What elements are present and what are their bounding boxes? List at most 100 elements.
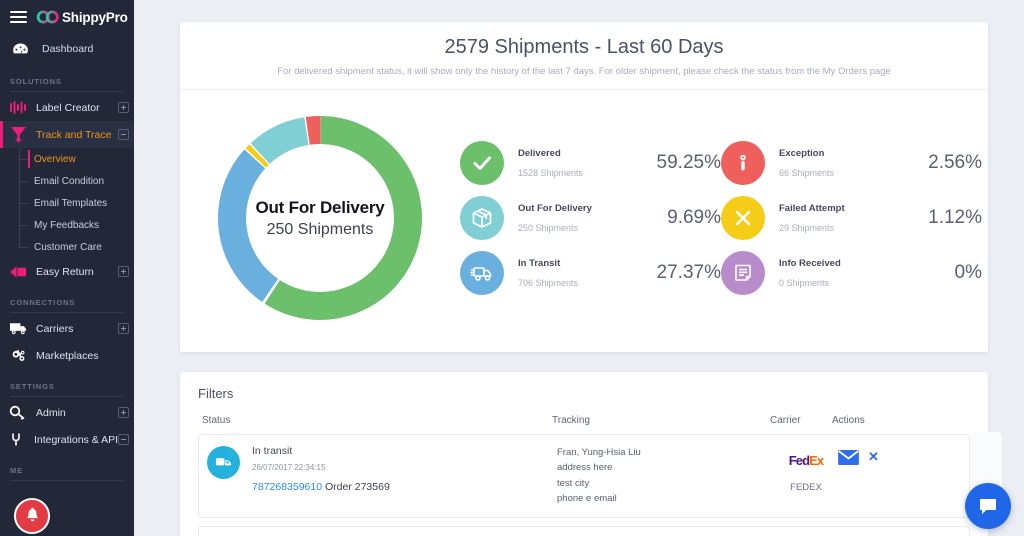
tracking-line: address here [557,460,775,475]
column-header-tracking: Tracking [552,415,770,426]
row-status-name: In transit [252,445,390,457]
legend-percent: 0% [955,262,982,284]
speedometer-icon [12,42,38,56]
tracking-number-link[interactable]: 787268359610 [252,481,322,493]
row-status-body: In transit 26/07/2017 22:34:15 787268359… [252,445,390,507]
close-icon[interactable]: ✕ [868,450,879,463]
column-header-actions: Actions [832,415,966,426]
box-icon [460,196,504,240]
sidebar-item-label-creator[interactable]: Label Creator [0,94,134,121]
page-title: 2579 Shipments - Last 60 Days [200,36,968,59]
info-icon [721,141,765,185]
envelope-icon[interactable] [837,449,860,471]
donut-svg [204,102,436,334]
column-header-carrier: Carrier [770,415,832,426]
legend-item-exception[interactable]: Exception 66 Shipments 2.56% [721,141,982,185]
legend-text: Delivered 1528 Shipments [518,148,657,178]
donut-chart-column: Out For Delivery 250 Shipments [180,102,460,334]
legend-percent: 59.25% [657,152,721,174]
row-tracking-cell: Fran, Yung-Hsia Liu address here test ci… [557,445,775,507]
sidebar-item-label: Easy Return [36,266,118,278]
order-label: Order 273569 [325,481,390,493]
row-tracking-line: 787268359610 Order 273569 [252,481,390,493]
sidebar-subitem-label: Email Templates [34,198,107,209]
legend-count: 1528 Shipments [518,168,657,178]
brand-logo[interactable]: ShippyPro [36,10,128,25]
chart-body: Out For Delivery 250 Shipments Delivered [180,90,988,340]
track-trace-icon [9,126,36,143]
sidebar: ShippyPro Dashboard SOLUTIONS [0,0,134,536]
hamburger-icon[interactable] [10,11,27,23]
sidebar-subitem-email-condition[interactable]: Email Condition [0,170,134,192]
expand-icon[interactable] [118,266,129,277]
donut-slice-out-for-delivery[interactable] [260,131,306,153]
expand-icon[interactable] [118,102,129,113]
table-row[interactable]: In transit 26/07/2017 22:34:15 787268359… [198,434,970,518]
sidebar-item-easy-return[interactable]: Easy Return [0,258,134,285]
legend-label: Exception [779,148,928,159]
sidebar-subitem-my-feedbacks[interactable]: My Feedbacks [0,214,134,236]
legend: Delivered 1528 Shipments 59.25% [460,141,988,295]
donut-chart[interactable]: Out For Delivery 250 Shipments [204,102,436,334]
row-status-date: 26/07/2017 22:34:15 [252,463,390,472]
carrier-name: FEDEX [790,482,822,493]
legend-label: Delivered [518,148,657,159]
sidebar-item-track-and-trace[interactable]: Track and Trace [0,121,134,148]
table-header: Status Tracking Carrier Actions [198,401,970,434]
legend-item-failed-attempt[interactable]: Failed Attempt 29 Shipments 1.12% [721,196,982,240]
sidebar-header: ShippyPro [0,0,134,34]
donut-slice-failed-attempt[interactable] [256,154,259,157]
chat-widget-button[interactable] [965,483,1011,529]
tracking-line: phone e email [557,491,775,506]
legend-item-info-received[interactable]: Info Received 0 Shipments 0% [721,251,982,295]
sidebar-subitem-label: Email Condition [34,176,104,187]
sidebar-item-dashboard[interactable]: Dashboard [0,34,134,64]
collapse-icon[interactable] [118,129,129,140]
label-creator-icon [9,100,36,115]
sidebar-subitem-customer-care[interactable]: Customer Care [0,236,134,258]
divider [10,91,124,92]
legend-count: 706 Shipments [518,278,657,288]
check-circle-icon [460,141,504,185]
expand-icon[interactable] [118,323,129,334]
sidebar-item-marketplaces[interactable]: Marketplaces [0,342,134,369]
filters-card: Filters Status Tracking Carrier Actions [180,372,988,536]
sidebar-item-carriers[interactable]: Carriers [0,315,134,342]
sidebar-section-settings: SETTINGS [0,369,134,396]
table-row[interactable]: Departed FedEx location 26/07/2017 22:34… [198,526,970,536]
legend-group-right: Exception 66 Shipments 2.56% [721,141,982,295]
sidebar-item-label: Carriers [36,323,118,335]
main-content: 2579 Shipments - Last 60 Days For delive… [134,0,1024,536]
collapse-icon[interactable] [118,434,129,445]
donut-slice-in-transit[interactable] [232,159,270,291]
legend-text: Failed Attempt 29 Shipments [779,203,928,233]
brand-name: ShippyPro [62,10,128,25]
legend-count: 29 Shipments [779,223,928,233]
notifications-bell-button[interactable] [14,498,50,534]
sidebar-section-me: ME [0,453,134,480]
legend-item-delivered[interactable]: Delivered 1528 Shipments 59.25% [460,141,721,185]
sidebar-section-solutions: SOLUTIONS [0,64,134,91]
divider [10,480,124,481]
gears-icon [9,348,36,364]
legend-text: Exception 66 Shipments [779,148,928,178]
sidebar-subitem-overview[interactable]: Overview [0,148,134,170]
sidebar-subitem-email-templates[interactable]: Email Templates [0,192,134,214]
sidebar-item-label: Marketplaces [36,350,134,362]
donut-slice-delivered[interactable] [272,130,408,306]
sidebar-item-integrations-api[interactable]: Integrations & API [0,426,134,453]
sidebar-item-label: Label Creator [36,102,118,114]
chart-subtitle: For delivered shipment status, it will s… [200,66,968,77]
fedex-logo: FedEx [789,453,824,468]
sidebar-item-label: Track and Trace [36,129,118,141]
divider [10,396,124,397]
expand-icon[interactable] [118,407,129,418]
donut-slice-exception[interactable] [308,130,321,131]
filters-title: Filters [198,386,970,401]
x-circle-icon [721,196,765,240]
legend-group-left: Delivered 1528 Shipments 59.25% [460,141,721,295]
sidebar-item-admin[interactable]: Admin [0,399,134,426]
legend-label: Failed Attempt [779,203,928,214]
legend-item-out-for-delivery[interactable]: Out For Delivery 250 Shipments 9.69% [460,196,721,240]
legend-item-in-transit[interactable]: In Transit 706 Shipments 27.37% [460,251,721,295]
